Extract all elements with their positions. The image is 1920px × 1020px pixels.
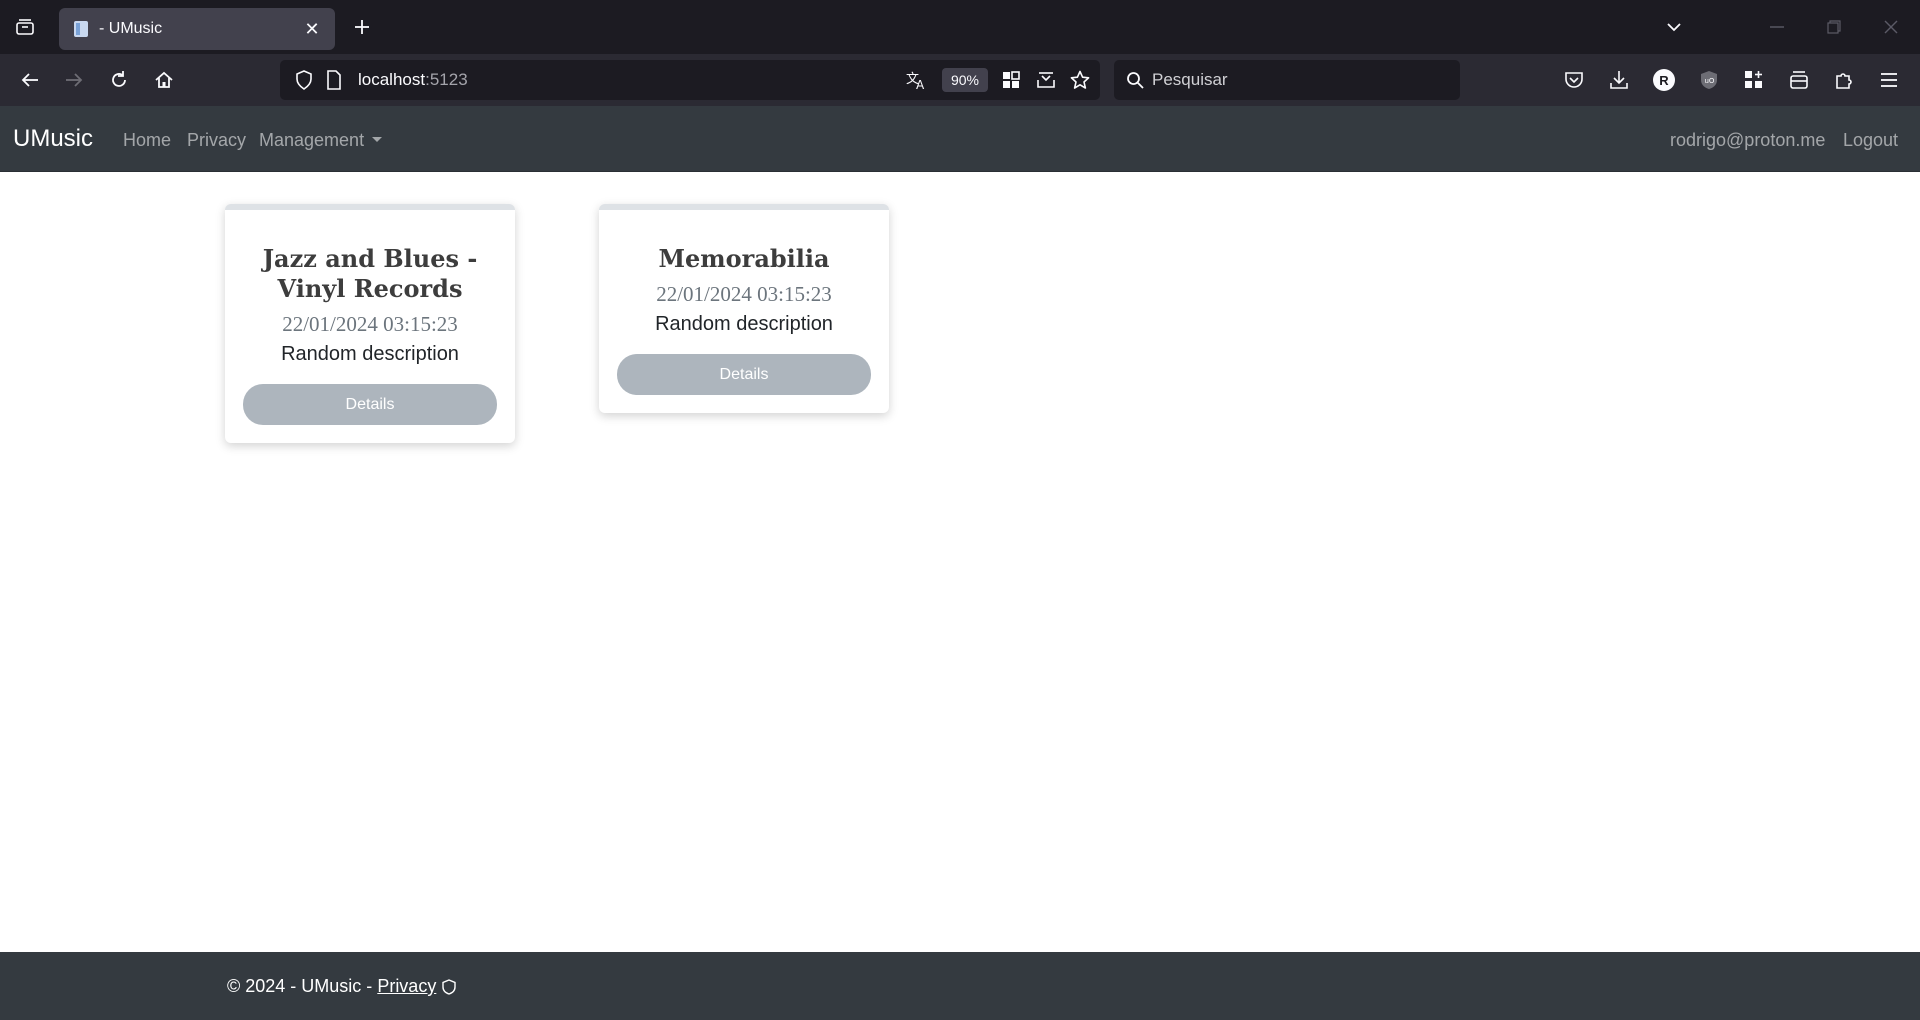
minimize-window-icon[interactable] — [1763, 13, 1791, 41]
save-to-pocket-page-icon[interactable] — [1034, 68, 1058, 92]
copyright-text: © 2024 - UMusic - — [227, 976, 373, 996]
restore-window-icon[interactable] — [1820, 13, 1848, 41]
container-tabs-icon[interactable] — [1783, 64, 1815, 96]
qr-code-icon[interactable] — [999, 68, 1023, 92]
nav-home-link[interactable]: Home — [123, 130, 171, 151]
profile-initial: R — [1653, 69, 1675, 91]
profile-avatar[interactable]: R — [1648, 64, 1680, 96]
svg-text:A: A — [916, 78, 925, 90]
url-port: :5123 — [425, 70, 468, 89]
shield-icon[interactable] — [292, 68, 316, 92]
card-date: 22/01/2024 03:15:23 — [656, 282, 832, 306]
home-icon[interactable] — [148, 64, 180, 96]
browser-toolbar: localhost:5123 文A 90% R uO — [0, 54, 1920, 106]
close-tab-icon[interactable]: ✕ — [301, 18, 323, 40]
back-arrow-icon[interactable] — [14, 64, 46, 96]
nav-privacy-link[interactable]: Privacy — [187, 130, 246, 151]
search-bar[interactable] — [1114, 60, 1460, 100]
browser-tab[interactable]: - UMusic ✕ — [59, 8, 335, 50]
browser-tab-bar: - UMusic ✕ — [0, 0, 1920, 54]
search-input[interactable] — [1152, 68, 1442, 92]
zoom-level-badge[interactable]: 90% — [942, 68, 988, 92]
downloads-icon[interactable] — [1603, 64, 1635, 96]
card-date: 22/01/2024 03:15:23 — [282, 312, 458, 336]
new-tab-icon[interactable] — [348, 13, 376, 41]
search-icon — [1124, 69, 1146, 91]
tab-list-icon[interactable] — [10, 13, 40, 41]
url-text[interactable]: localhost:5123 — [358, 70, 468, 90]
user-email-link[interactable]: rodrigo@proton.me — [1670, 130, 1825, 151]
footer-privacy-link[interactable]: Privacy — [377, 976, 436, 997]
details-button[interactable]: Details — [243, 384, 497, 425]
details-button[interactable]: Details — [617, 354, 871, 395]
card-title: Memorabilia — [658, 244, 830, 273]
reload-icon[interactable] — [103, 64, 135, 96]
page-info-icon[interactable] — [322, 68, 346, 92]
card-description: Random description — [281, 343, 459, 365]
site-navbar: UMusic Home Privacy Management rodrigo@p… — [0, 106, 1920, 172]
puzzle-extensions-icon[interactable] — [1828, 64, 1860, 96]
nav-management-label: Management — [259, 130, 365, 150]
tab-title: - UMusic — [99, 20, 163, 37]
translate-icon[interactable]: 文A — [905, 68, 929, 92]
footer-text: © 2024 - UMusic - Privacy — [227, 976, 457, 997]
hamburger-menu-icon[interactable] — [1873, 64, 1905, 96]
pocket-icon[interactable] — [1558, 64, 1590, 96]
card-description: Random description — [655, 313, 833, 335]
ublock-shield-icon[interactable]: uO — [1693, 64, 1725, 96]
category-card: Jazz and Blues - Vinyl Records 22/01/202… — [225, 204, 515, 443]
category-card: Memorabilia 22/01/2024 03:15:23 Random d… — [599, 204, 889, 413]
tab-overflow-chevron-icon[interactable] — [1660, 13, 1688, 41]
shield-icon — [442, 978, 457, 995]
url-bar[interactable]: localhost:5123 文A 90% — [280, 60, 1100, 100]
site-footer: © 2024 - UMusic - Privacy — [0, 952, 1920, 1020]
extensions-grid-icon[interactable] — [1738, 64, 1770, 96]
brand-logo[interactable]: UMusic — [13, 125, 93, 153]
page-favicon-icon — [71, 19, 91, 39]
bookmark-star-icon[interactable] — [1068, 68, 1092, 92]
card-title: Jazz and Blues - Vinyl Records — [262, 244, 478, 303]
svg-text:uO: uO — [1705, 77, 1715, 85]
nav-management-dropdown[interactable]: Management — [259, 130, 383, 151]
caret-down-icon — [372, 137, 383, 142]
logout-link[interactable]: Logout — [1843, 130, 1898, 151]
close-window-icon[interactable] — [1877, 13, 1905, 41]
forward-arrow-icon[interactable] — [58, 64, 90, 96]
url-host: localhost — [358, 70, 426, 89]
